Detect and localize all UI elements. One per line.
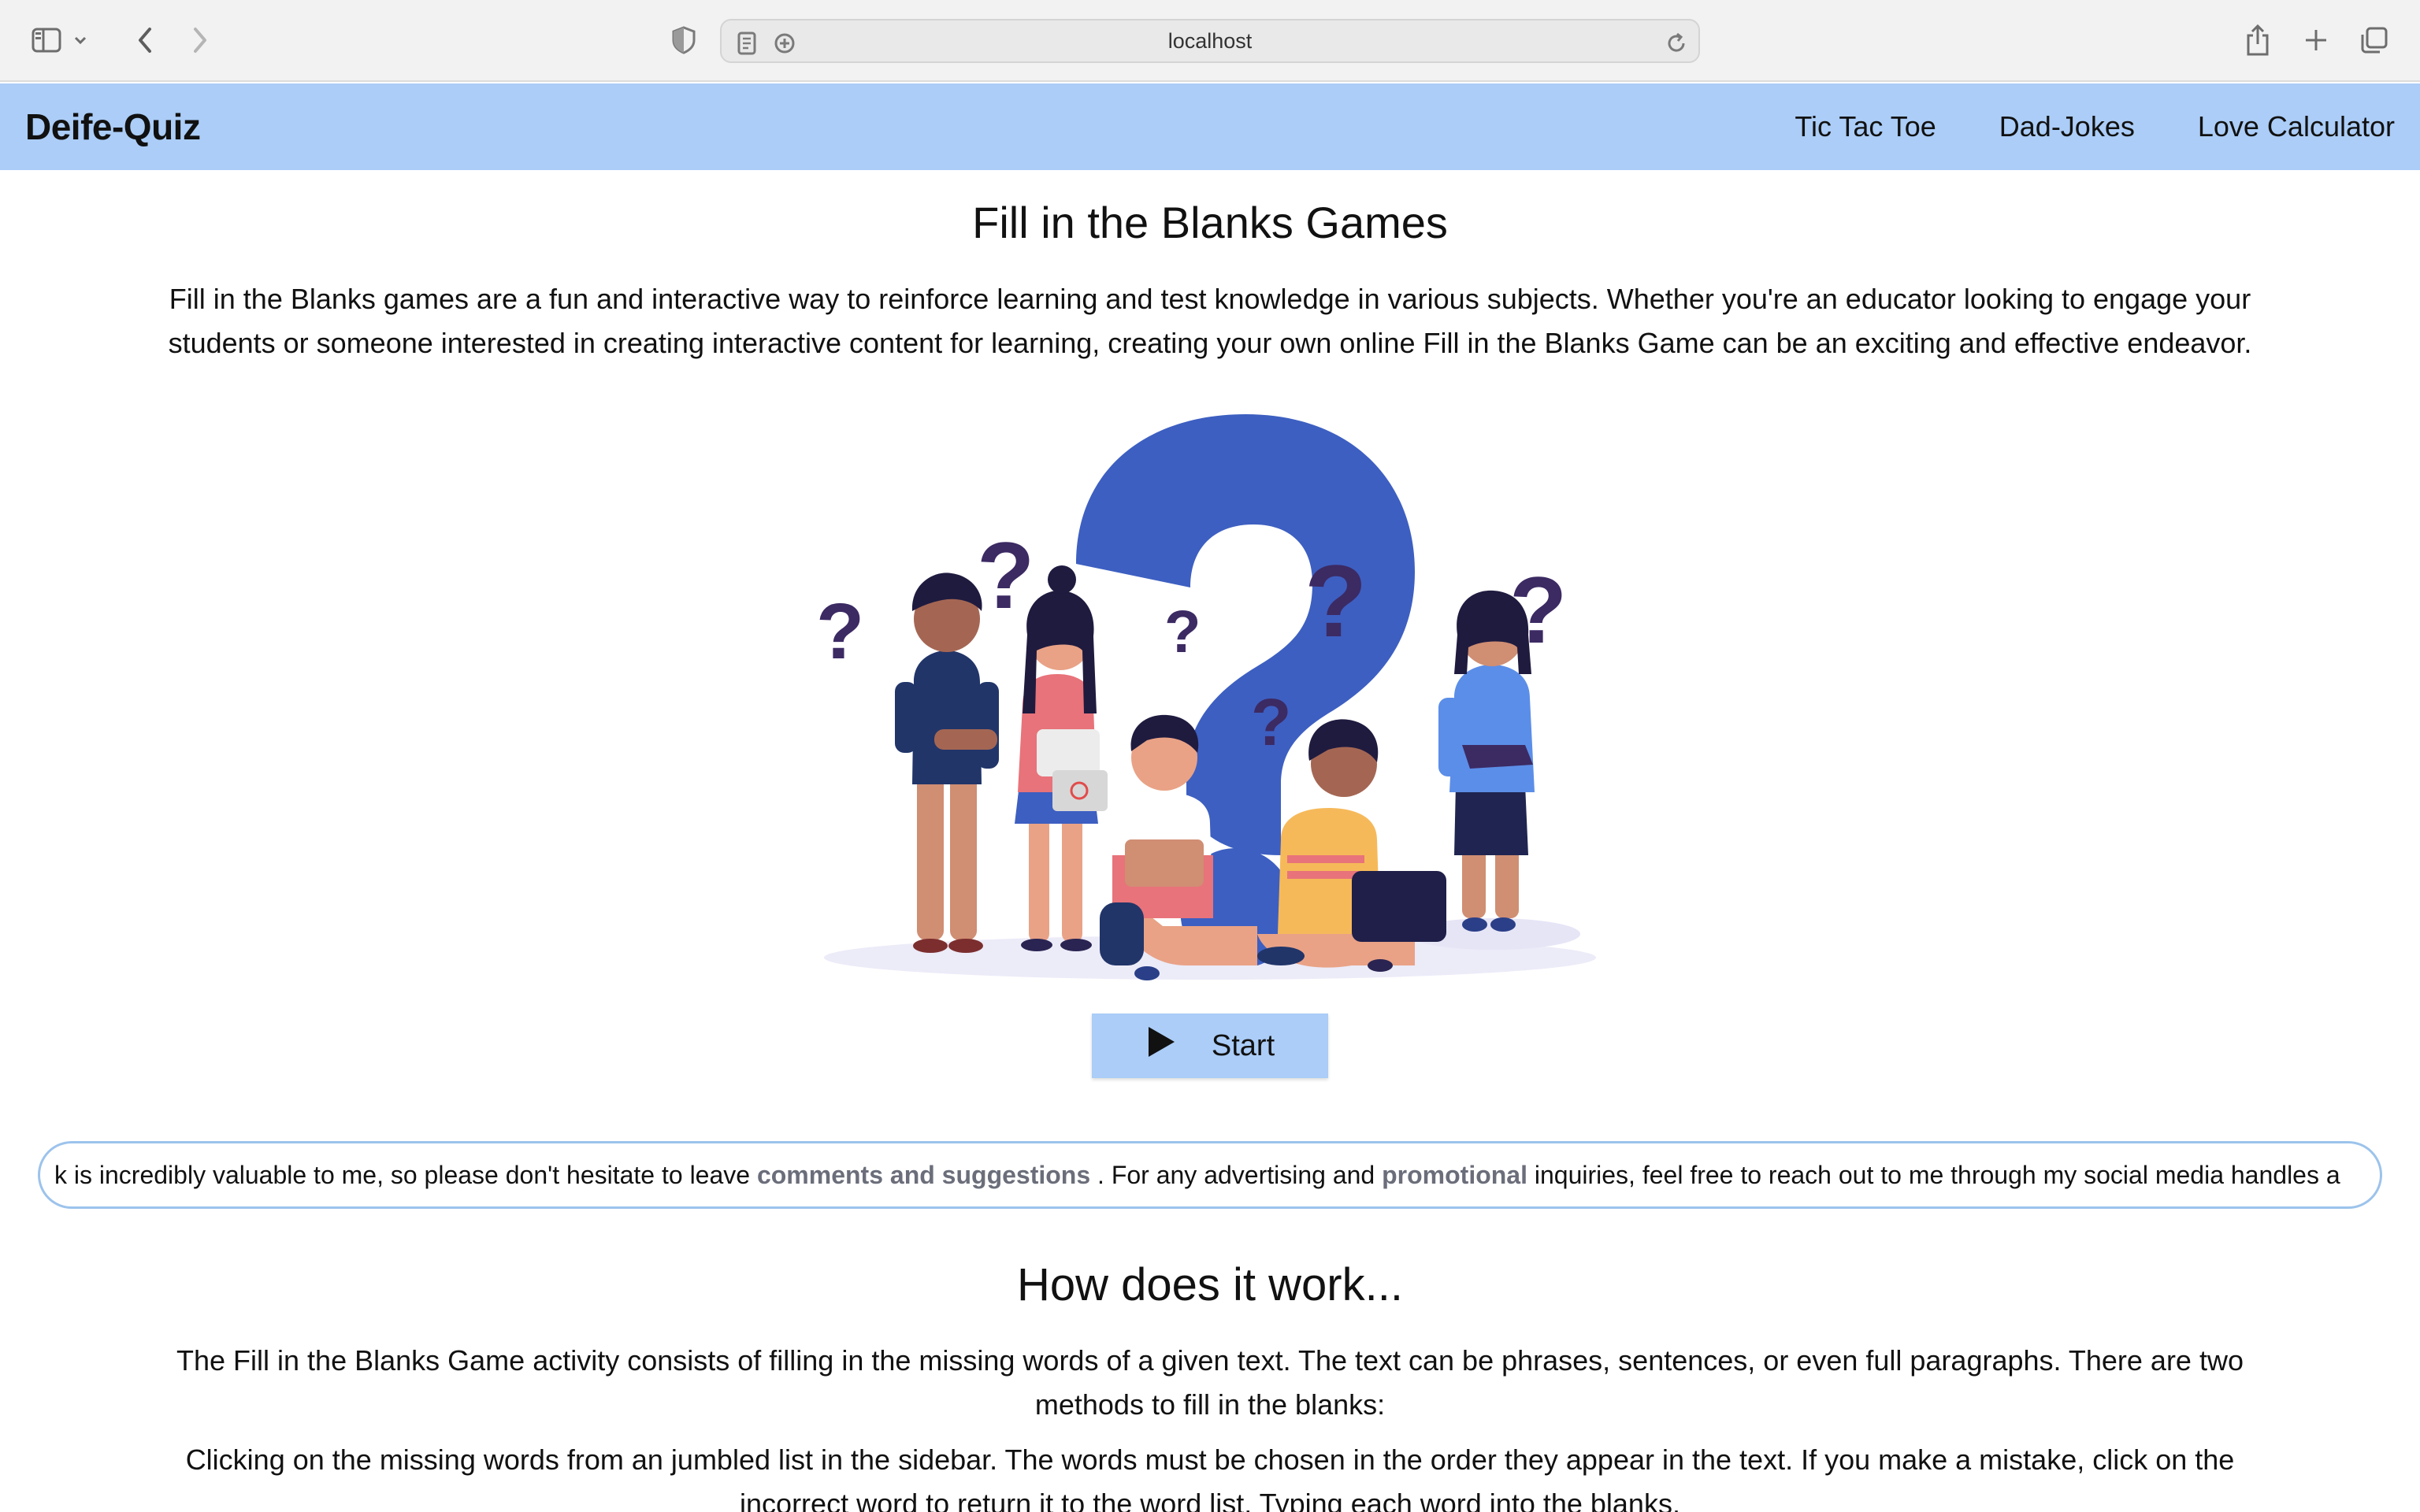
marquee-text: k is incredibly valuable to me, so pleas… bbox=[40, 1161, 2340, 1190]
nav-link-love-calculator[interactable]: Love Calculator bbox=[2198, 110, 2395, 143]
tab-overview-icon[interactable] bbox=[2359, 22, 2390, 58]
how-it-works-title: How does it work... bbox=[1017, 1259, 1403, 1310]
promotional-link[interactable]: promotional bbox=[1382, 1161, 1527, 1189]
marquee-text-part: . For any advertising and bbox=[1090, 1160, 1383, 1189]
reload-icon[interactable] bbox=[1662, 25, 1691, 61]
sidebar-toggle-icon[interactable] bbox=[30, 22, 93, 58]
marquee-text-part: k is incredibly valuable to me, so pleas… bbox=[54, 1160, 757, 1189]
marquee-text-part: inquiries, feel free to reach out to me … bbox=[1527, 1160, 2340, 1189]
play-icon bbox=[1145, 1025, 1177, 1067]
svg-text:?: ? bbox=[1305, 543, 1367, 658]
share-icon[interactable] bbox=[2242, 22, 2273, 58]
how-it-works-paragraph: The Fill in the Blanks Game activity con… bbox=[176, 1344, 2244, 1421]
svg-text:?: ? bbox=[977, 523, 1034, 628]
svg-text:?: ? bbox=[816, 587, 864, 676]
chevron-left-icon[interactable] bbox=[129, 22, 161, 58]
svg-text:?: ? bbox=[1251, 685, 1291, 759]
how-it-works-methods: Clicking on the missing words from an ju… bbox=[185, 1443, 2235, 1512]
svg-text:?: ? bbox=[1164, 598, 1201, 665]
browser-toolbar: localhost bbox=[0, 0, 2420, 82]
start-button-label: Start bbox=[1211, 1028, 1275, 1062]
start-button[interactable]: Start bbox=[1092, 1014, 1328, 1078]
nav-link-dad-jokes[interactable]: Dad-Jokes bbox=[1999, 110, 2135, 143]
url-text: localhost bbox=[1167, 28, 1253, 53]
nav-link-tic-tac-toe[interactable]: Tic Tac Toe bbox=[1795, 110, 1936, 143]
intro-paragraph: Fill in the Blanks games are a fun and i… bbox=[168, 283, 2252, 359]
comments-suggestions-link[interactable]: comments and suggestions bbox=[757, 1161, 1090, 1189]
site-navbar: Deife-Quiz Tic Tac Toe Dad-Jokes Love Ca… bbox=[0, 83, 2420, 170]
plus-icon[interactable] bbox=[2300, 22, 2332, 58]
site-brand[interactable]: Deife-Quiz bbox=[25, 106, 201, 148]
shield-icon[interactable] bbox=[668, 22, 700, 58]
announcement-marquee: k is incredibly valuable to me, so pleas… bbox=[38, 1141, 2382, 1209]
page-title: Fill in the Blanks Games bbox=[972, 198, 1448, 247]
address-bar[interactable]: localhost bbox=[720, 19, 1700, 63]
chevron-right-icon[interactable] bbox=[184, 22, 216, 58]
nav-links: Tic Tac Toe Dad-Jokes Love Calculator bbox=[1795, 110, 2395, 143]
